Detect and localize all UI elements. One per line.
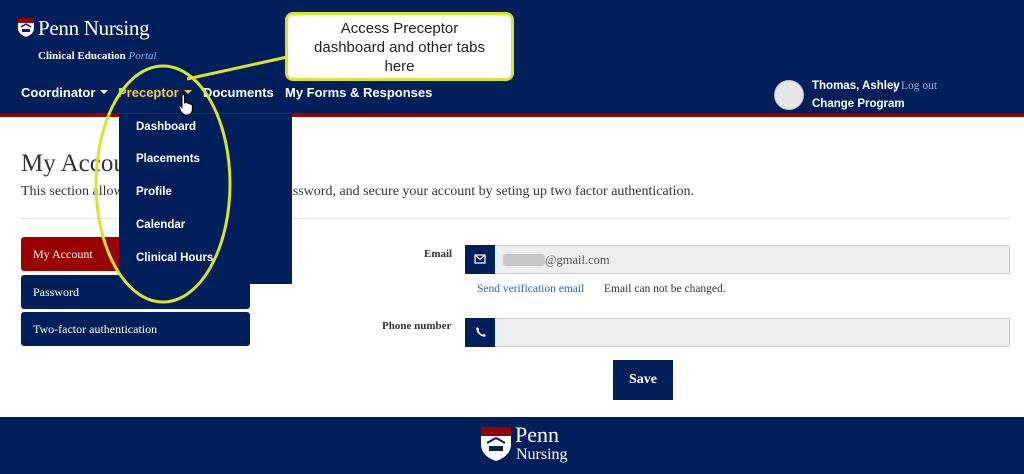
email-input-group: @gmail.com (465, 245, 1010, 274)
envelope-icon (465, 245, 495, 274)
user-separator: | (893, 79, 896, 93)
change-program-link[interactable]: Change Program (812, 98, 905, 110)
dropdown-item-placements[interactable]: Placements (136, 153, 200, 165)
email-note: Email can not be changed. (604, 283, 726, 295)
email-label: Email (424, 248, 453, 260)
user-name: Thomas, Ashley (812, 80, 900, 92)
phone-input-group (465, 318, 1010, 347)
chevron-down-icon (100, 90, 109, 94)
preceptor-dropdown: Dashboard Placements Profile Calendar Cl… (119, 114, 292, 284)
hand-cursor-icon (178, 94, 193, 116)
callout-line: dashboard and other tabs (314, 39, 485, 56)
phone-label: Phone number (382, 320, 452, 332)
nav-documents[interactable]: Documents (203, 85, 274, 100)
phone-field[interactable] (495, 318, 1010, 347)
avatar[interactable] (774, 80, 804, 110)
callout-line: here (384, 58, 415, 75)
brand-name: Penn Nursing (38, 16, 150, 40)
dropdown-item-profile[interactable]: Profile (136, 186, 172, 198)
penn-nursing-logo[interactable]: Penn Nursing Clinical Education Portal (18, 16, 178, 66)
footer-logo: Penn Nursing (481, 422, 573, 469)
send-verification-link[interactable]: Send verification email (477, 283, 584, 295)
penn-shield-icon (481, 427, 511, 461)
email-field[interactable]: @gmail.com (495, 245, 1010, 274)
dropdown-item-calendar[interactable]: Calendar (136, 219, 185, 231)
logout-link[interactable]: Log out (901, 80, 937, 92)
dropdown-item-clinical-hours[interactable]: Clinical Hours (136, 252, 213, 264)
phone-icon (465, 318, 495, 347)
footer-brand-bottom: Nursing (516, 446, 568, 463)
tab-two-factor[interactable]: Two-factor authentication (21, 312, 250, 346)
brand-subtitle: Clinical Education Portal (38, 50, 157, 62)
dropdown-item-dashboard[interactable]: Dashboard (136, 121, 196, 133)
nav-my-forms[interactable]: My Forms & Responses (285, 85, 432, 100)
save-button[interactable]: Save (613, 360, 673, 400)
footer: Penn Nursing (0, 417, 1024, 474)
footer-brand-top: Penn (515, 422, 559, 447)
annotation-callout: Access Preceptor dashboard and other tab… (285, 12, 514, 81)
penn-shield-icon (18, 18, 34, 37)
nav-coordinator[interactable]: Coordinator (21, 85, 109, 100)
callout-line: Access Preceptor (340, 20, 459, 37)
redacted-email-prefix (503, 254, 545, 266)
